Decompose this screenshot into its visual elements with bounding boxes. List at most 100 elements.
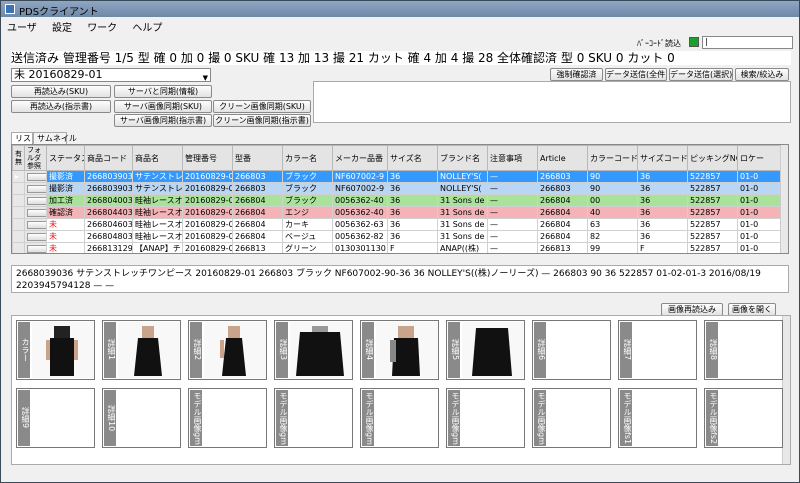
product-photo[interactable] (290, 322, 352, 378)
folder-ref-button[interactable] (27, 244, 46, 253)
row-indicator[interactable] (12, 194, 25, 207)
cell-size: 36 (387, 182, 438, 195)
thumbnail-slot[interactable]: モデル画像gm (274, 388, 353, 448)
sync-image-spec-button[interactable]: サーバ画像同期(指示書) (114, 114, 212, 127)
column-header[interactable]: ピッキングNO (687, 145, 738, 171)
send-selected-button[interactable]: データ送信(選択) (669, 68, 733, 81)
thumbnail-slot[interactable]: 詳細10 (102, 388, 181, 448)
column-header[interactable]: ブランド名 (437, 145, 488, 171)
row-indicator[interactable]: ▸ (12, 170, 25, 183)
row-indicator[interactable] (12, 206, 25, 219)
cell-name: 畦袖レースオ (132, 194, 183, 207)
sync-info-button[interactable]: サーバと同期(情報) (114, 85, 212, 98)
column-header[interactable]: カラー名 (282, 145, 333, 171)
thumbnail-slot[interactable]: モデル画像fs1 (618, 388, 697, 448)
cell-model: 266804 (232, 218, 283, 231)
thumbnail-slot[interactable]: 詳細4 (360, 320, 439, 380)
thumbnail-slot[interactable]: モデル画像gm (532, 388, 611, 448)
tab-list[interactable]: リスト (11, 132, 39, 144)
send-all-button[interactable]: データ送信(全件) (605, 68, 667, 81)
thumbnail-slot[interactable]: 詳細2 (188, 320, 267, 380)
menu-work[interactable]: ワーク (81, 17, 123, 36)
batch-select-value: 未 20160829-01 (14, 68, 103, 81)
column-header[interactable]: サイズコード (637, 145, 688, 171)
table-row[interactable]: 未2668131299【ANAP】チェ20160829-01266813グリーン… (12, 242, 788, 253)
table-scrollbar[interactable] (780, 145, 788, 253)
thumbnail-slot[interactable]: 詳細9 (16, 388, 95, 448)
reload-sku-button[interactable]: 再読込み(SKU) (11, 85, 111, 98)
product-photo[interactable] (118, 322, 180, 378)
thumbnail-label: 詳細8 (706, 322, 718, 378)
folder-ref-button[interactable] (27, 196, 46, 205)
barcode-input[interactable]: | (702, 36, 793, 49)
folder-ref-button[interactable] (27, 208, 46, 217)
cell-maker: 0056362-82 (332, 230, 388, 243)
column-header[interactable]: 管理番号 (182, 145, 233, 171)
product-photo[interactable] (462, 322, 524, 378)
clean-sync-spec-button[interactable]: クリーン画像同期(指示書) (213, 114, 311, 127)
thumbnail-slot[interactable]: 詳細6 (532, 320, 611, 380)
cell-article: 266803 (537, 170, 588, 183)
cell-maker: 0056362-63 (332, 218, 388, 231)
column-header[interactable]: 注意事項 (487, 145, 538, 171)
column-header[interactable]: Article (537, 145, 588, 171)
tab-thumbnail[interactable]: サムネイル (33, 132, 77, 144)
column-header[interactable]: 商品コード (84, 145, 133, 171)
thumbnail-slot[interactable]: モデル画像fs2 (704, 388, 783, 448)
search-filter-button[interactable]: 検索/絞込み (735, 68, 789, 81)
column-header[interactable]: サイズ名 (387, 145, 438, 171)
cell-name: 畦袖レースオ (132, 206, 183, 219)
column-header[interactable]: ステータス (46, 145, 85, 171)
folder-ref-button[interactable] (27, 172, 46, 181)
sync-image-sku-button[interactable]: サーバ画像同期(SKU) (114, 100, 212, 113)
thumbnail-slot[interactable]: 詳細3 (274, 320, 353, 380)
cell-note: — (487, 194, 538, 207)
column-header[interactable]: カラーコード (587, 145, 638, 171)
cell-model: 266813 (232, 242, 283, 253)
table-row[interactable]: 未2668048036畦袖レースオ20160829-01266804ベージュ00… (12, 230, 788, 243)
menu-help[interactable]: ヘルプ (126, 17, 168, 36)
folder-ref-button[interactable] (27, 220, 46, 229)
folder-ref-button[interactable] (27, 184, 46, 193)
table-row[interactable]: 確認済2668044036畦袖レースオ20160829-01266804エンジ0… (12, 206, 788, 219)
cell-brand: 31 Sons de (437, 218, 488, 231)
thumbnail-slot[interactable]: 詳細8 (704, 320, 783, 380)
product-photo[interactable] (204, 322, 266, 378)
table-row[interactable]: 撮影済2668039036サテンストレッ20160829-01266803ブラッ… (12, 182, 788, 195)
reload-spec-button[interactable]: 再読込み(指示書) (11, 100, 111, 113)
thumbnail-scrollbar[interactable] (782, 316, 790, 464)
cell-maker: 0130301130 (332, 242, 388, 253)
column-header[interactable]: メーカー品番 (332, 145, 388, 171)
thumbnail-slot[interactable]: 詳細1 (102, 320, 181, 380)
table-row[interactable]: 加工済2668040036畦袖レースオ20160829-01266804ブラック… (12, 194, 788, 207)
thumbnail-slot[interactable]: 詳細7 (618, 320, 697, 380)
row-indicator[interactable] (12, 242, 25, 253)
thumbnail-slot[interactable]: カラー (16, 320, 95, 380)
thumbnail-slot[interactable]: モデル画像gm (446, 388, 525, 448)
table-row[interactable]: 未2668046036畦袖レースオ20160829-01266804カーキ005… (12, 218, 788, 231)
table-row[interactable]: ▸撮影済2668039036サテンストレッ20160829-01266803ブラ… (12, 170, 788, 183)
cell-mgmt: 20160829-01 (182, 242, 233, 253)
cell-model: 266804 (232, 194, 283, 207)
column-header[interactable]: 有無 (12, 145, 25, 171)
row-indicator[interactable] (12, 218, 25, 231)
thumbnail-slot[interactable]: 詳細5 (446, 320, 525, 380)
column-header[interactable]: フォルダ参照 (24, 145, 47, 171)
column-header[interactable]: 型番 (232, 145, 283, 171)
menu-settings[interactable]: 設定 (46, 17, 78, 36)
thumbnail-slot[interactable]: モデル画像gm (360, 388, 439, 448)
force-confirm-button[interactable]: 強制確認済 (550, 68, 603, 81)
status-cell: 未 (46, 230, 85, 243)
folder-ref-button[interactable] (27, 232, 46, 241)
summary-status-line: 送信済み 管理番号 1/5 型 確 0 加 0 撮 0 SKU 確 13 加 1… (11, 51, 791, 65)
clean-sync-sku-button[interactable]: クリーン画像同期(SKU) (213, 100, 311, 113)
batch-select[interactable]: 未 20160829-01 ▼ (11, 68, 211, 82)
column-header[interactable]: 商品名 (132, 145, 183, 171)
row-indicator[interactable] (12, 182, 25, 195)
row-indicator[interactable] (12, 230, 25, 243)
cell-brand: 31 Sons de (437, 194, 488, 207)
thumbnail-slot[interactable]: モデル画像gm (188, 388, 267, 448)
product-photo[interactable] (32, 322, 94, 378)
menu-user[interactable]: ユーザ (1, 17, 43, 36)
product-photo[interactable] (376, 322, 438, 378)
